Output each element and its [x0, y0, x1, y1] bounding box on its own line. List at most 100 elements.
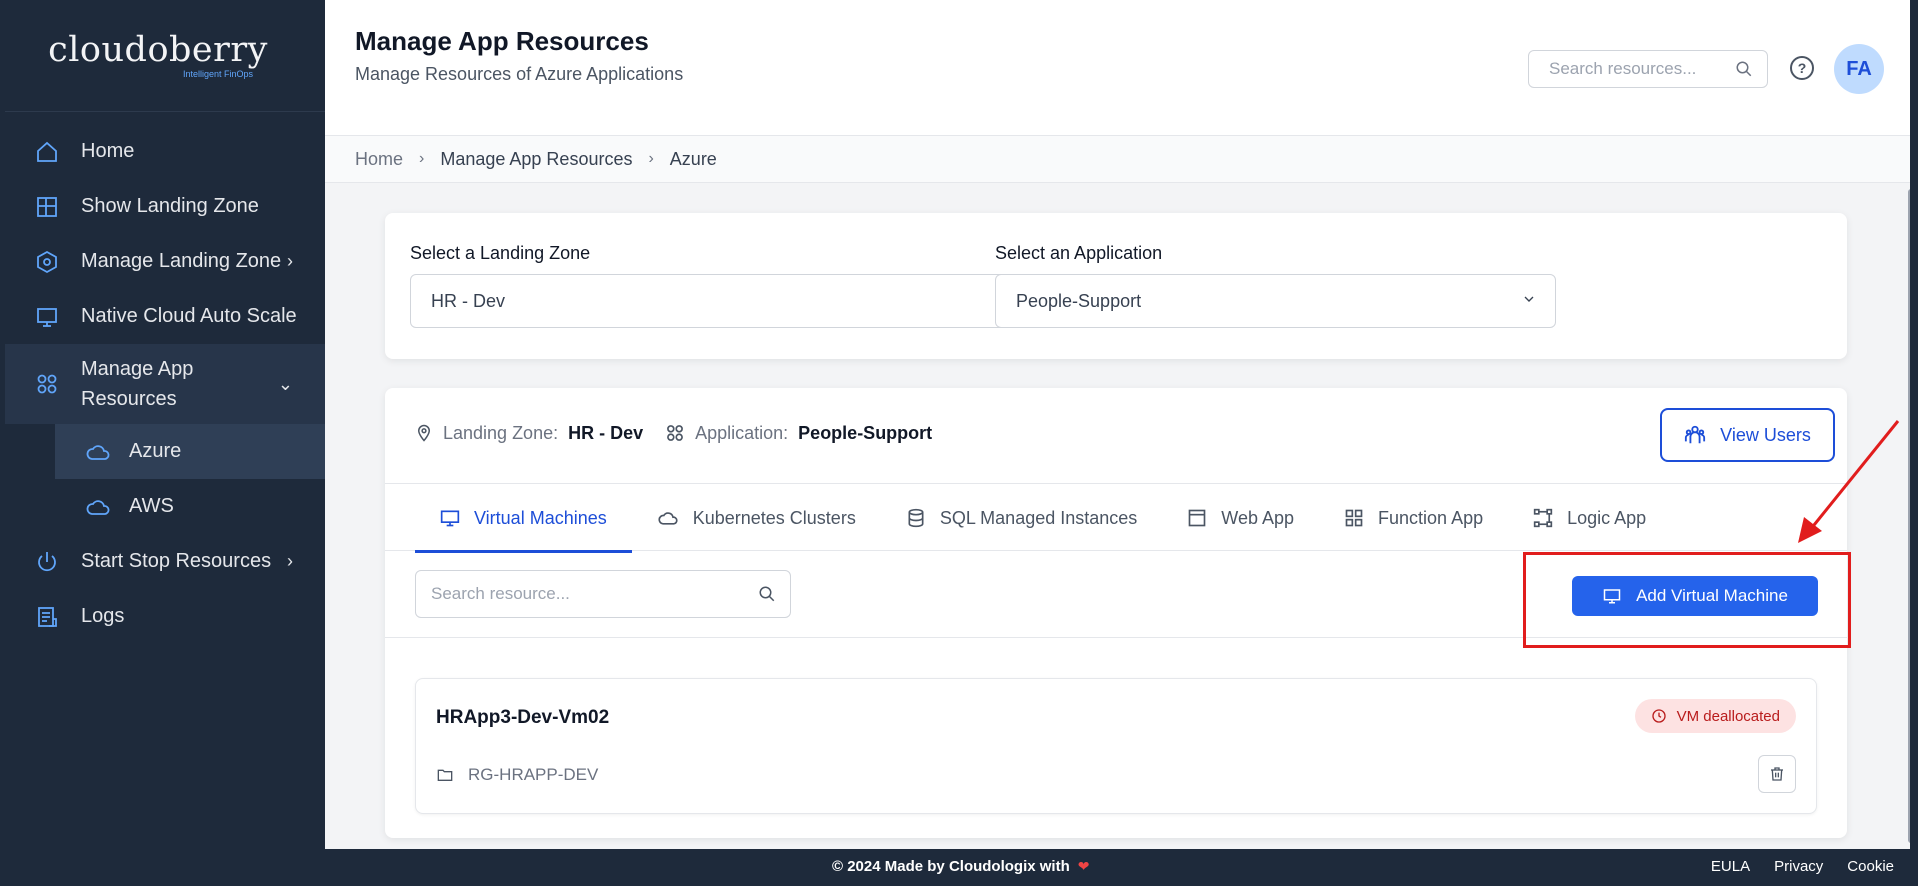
heart-icon: ❤	[1077, 858, 1090, 874]
view-users-label: View Users	[1720, 424, 1811, 445]
sidebar-item-logs[interactable]: Logs	[5, 589, 325, 644]
header-search-input[interactable]	[1549, 59, 1729, 79]
vm-resource-group-label: RG-HRAPP-DEV	[468, 765, 599, 784]
apps-icon	[665, 423, 685, 443]
resource-toolbar: Add Virtual Machine	[385, 552, 1851, 648]
landing-zone-info-value: HR - Dev	[568, 422, 644, 443]
header-search	[1528, 50, 1768, 88]
footer-copyright: © 2024 Made by Cloudologix with ❤	[832, 858, 1090, 875]
add-virtual-machine-button[interactable]: Add Virtual Machine	[1572, 576, 1818, 616]
resource-tabs: Virtual Machines Kubernetes Clusters SQL…	[385, 483, 1847, 553]
tab-kubernetes-clusters[interactable]: Kubernetes Clusters	[632, 484, 881, 552]
workflow-icon	[1533, 508, 1553, 528]
resource-search-input[interactable]	[431, 584, 741, 604]
tab-web-app[interactable]: Web App	[1162, 484, 1319, 552]
tab-label: Logic App	[1567, 507, 1647, 528]
vm-resource-group: RG-HRAPP-DEV	[436, 765, 598, 785]
logs-icon	[35, 605, 59, 629]
sidebar-item-label: Show Landing Zone	[81, 195, 259, 217]
monitor-icon	[1603, 589, 1621, 604]
application-select-value: People-Support	[1016, 290, 1142, 311]
landing-zone-info-label: Landing Zone:	[443, 422, 559, 443]
logo-tagline: Intelligent FinOps	[182, 68, 254, 79]
avatar[interactable]: FA	[1834, 44, 1884, 94]
tab-label: Function App	[1378, 507, 1484, 528]
breadcrumb-separator: ›	[648, 150, 654, 167]
sidebar: cloudoberry Intelligent FinOps Home Show…	[5, 0, 325, 849]
vm-card[interactable]: HRApp3-Dev-Vm02 VM deallocated RG-HRAPP-…	[415, 678, 1817, 814]
breadcrumb-current: Azure	[669, 148, 717, 169]
landing-zone-label: Select a Landing Zone	[410, 243, 591, 263]
monitor-icon	[440, 510, 460, 527]
chevron-right-icon: ›	[287, 251, 293, 271]
footer-link-cookie[interactable]: Cookie	[1847, 858, 1894, 875]
chevron-down-icon: ⌄	[277, 373, 293, 394]
sidebar-item-manage-landing-zone[interactable]: Manage Landing Zone ›	[5, 234, 325, 289]
footer-links: EULA Privacy Cookie	[1711, 858, 1894, 875]
logo-wordmark: cloudoberry	[48, 29, 268, 70]
tab-logic-app[interactable]: Logic App	[1508, 484, 1671, 552]
add-virtual-machine-label: Add Virtual Machine	[1636, 586, 1788, 605]
view-users-button[interactable]: View Users	[1660, 408, 1835, 462]
search-icon[interactable]	[1735, 60, 1753, 83]
search-icon[interactable]	[758, 585, 776, 608]
clock-icon	[1651, 709, 1666, 723]
users-icon	[1685, 425, 1706, 444]
tab-sql-managed-instances[interactable]: SQL Managed Instances	[881, 484, 1162, 552]
power-icon	[35, 550, 59, 574]
grid-icon	[35, 195, 59, 219]
apps-icon	[35, 372, 59, 396]
sidebar-item-show-landing-zone[interactable]: Show Landing Zone	[5, 179, 325, 234]
tab-virtual-machines[interactable]: Virtual Machines	[415, 484, 632, 553]
chevron-right-icon: ›	[287, 551, 293, 571]
sidebar-item-label: Manage Landing Zone	[81, 250, 282, 272]
landing-zone-select-value: HR - Dev	[431, 290, 506, 311]
folder-icon	[437, 769, 453, 781]
sidebar-subitem-azure[interactable]: Azure	[55, 424, 325, 479]
app-frame: cloudoberry Intelligent FinOps Home Show…	[0, 0, 1918, 886]
resources-card: Landing Zone: HR - Dev Application: Peop…	[385, 388, 1851, 838]
cloud-icon	[658, 512, 678, 525]
cloud-icon	[85, 495, 111, 519]
application-label: Select an Application	[995, 243, 1163, 263]
vm-name: HRApp3-Dev-Vm02	[436, 707, 610, 728]
sidebar-item-manage-app-resources[interactable]: Manage App Resources ⌄	[5, 344, 325, 424]
browser-window-icon	[1188, 509, 1206, 527]
application-select[interactable]: People-Support	[995, 274, 1556, 328]
delete-button[interactable]	[1758, 755, 1796, 793]
tab-label: Kubernetes Clusters	[692, 507, 856, 528]
application-info-label: Application:	[695, 422, 789, 443]
selector-card: Select a Landing Zone HR - Dev Select an…	[385, 213, 1847, 359]
sidebar-item-label: Logs	[81, 605, 125, 627]
content-area: Select a Landing Zone HR - Dev Select an…	[325, 183, 1918, 849]
sidebar-item-native-cloud-auto-scale[interactable]: Native Cloud Auto Scale	[5, 289, 325, 344]
status-badge-label: VM deallocated	[1676, 707, 1780, 725]
home-icon	[35, 140, 59, 164]
tab-label: Virtual Machines	[474, 507, 607, 528]
landing-zone-select[interactable]: HR - Dev	[410, 274, 1097, 328]
tab-function-app[interactable]: Function App	[1319, 484, 1508, 552]
breadcrumb-manage-app-resources[interactable]: Manage App Resources	[440, 149, 632, 170]
sidebar-item-start-stop-resources[interactable]: Start Stop Resources ›	[5, 534, 325, 589]
sidebar-item-home[interactable]: Home	[5, 124, 325, 179]
footer-copyright-text: © 2024 Made by Cloudologix with	[832, 858, 1070, 875]
sidebar-subitem-label: AWS	[129, 495, 174, 517]
footer-link-privacy[interactable]: Privacy	[1774, 858, 1823, 875]
status-badge: VM deallocated	[1634, 699, 1796, 733]
database-icon	[908, 508, 924, 528]
header: Manage App Resources Manage Resources of…	[325, 0, 1918, 136]
tab-label: Web App	[1221, 507, 1295, 528]
footer: © 2024 Made by Cloudologix with ❤ EULA P…	[0, 849, 1918, 886]
sidebar-subitem-aws[interactable]: AWS	[5, 479, 325, 534]
chevron-down-icon	[1521, 291, 1537, 312]
footer-link-eula[interactable]: EULA	[1711, 858, 1750, 875]
window-edge	[1910, 0, 1918, 849]
breadcrumb-home[interactable]: Home	[355, 149, 403, 170]
logo[interactable]: cloudoberry Intelligent FinOps	[5, 0, 325, 112]
help-icon[interactable]: ?	[1790, 56, 1814, 80]
tab-label: SQL Managed Instances	[939, 507, 1138, 528]
page-subtitle: Manage Resources of Azure Applications	[355, 64, 684, 84]
page-title: Manage App Resources	[355, 26, 649, 56]
sidebar-item-label: Start Stop Resources	[81, 550, 272, 572]
application-info-value: People-Support	[798, 422, 933, 443]
